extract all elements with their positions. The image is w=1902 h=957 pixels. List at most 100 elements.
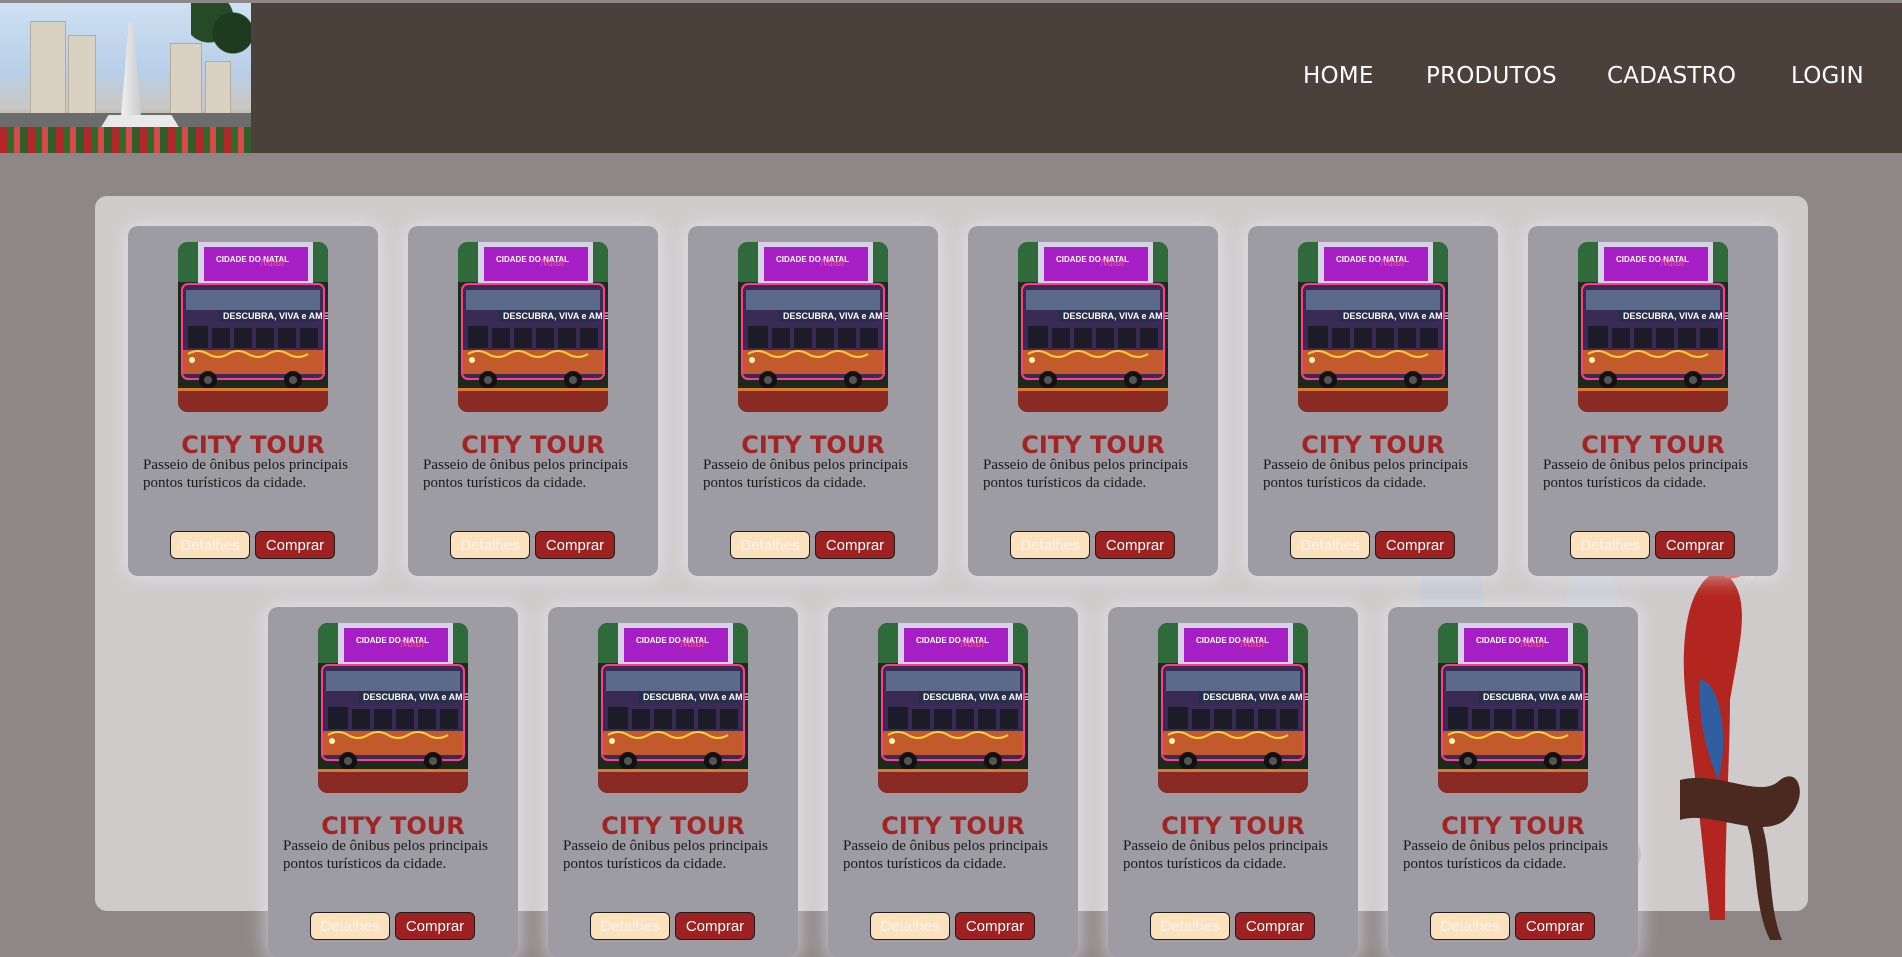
product-description: Passeio de ônibus pelos principais ponto…	[423, 457, 628, 491]
product-card: CIDADE DO NATAL Natal DESCUBRA, VIVA e A…	[1108, 607, 1358, 957]
product-title: CITY TOUR	[1161, 812, 1305, 840]
svg-text:DESCUBRA, VIVA e AME: DESCUBRA, VIVA e AME	[223, 311, 328, 321]
product-description: Passeio de ônibus pelos principais ponto…	[703, 457, 908, 491]
svg-text:DESCUBRA, VIVA e AME: DESCUBRA, VIVA e AME	[1343, 311, 1448, 321]
product-description: Passeio de ônibus pelos principais ponto…	[143, 457, 348, 491]
details-button[interactable]: Detalhes	[450, 531, 530, 559]
svg-text:DESCUBRA, VIVA e AME: DESCUBRA, VIVA e AME	[1203, 692, 1308, 702]
details-button[interactable]: Detalhes	[1150, 912, 1230, 940]
svg-text:Natal: Natal	[1099, 257, 1124, 269]
product-photo[interactable]: CIDADE DO NATAL Natal DESCUBRA, VIVA e A…	[458, 242, 608, 412]
product-description: Passeio de ônibus pelos principais ponto…	[1263, 457, 1468, 491]
buy-button[interactable]: Comprar	[1235, 912, 1315, 940]
product-title: CITY TOUR	[1441, 812, 1585, 840]
city-tour-bus-image: CIDADE DO NATAL Natal DESCUBRA, VIVA e A…	[1438, 623, 1588, 793]
details-button[interactable]: Detalhes	[1570, 531, 1650, 559]
svg-text:Natal: Natal	[539, 257, 564, 269]
buy-button[interactable]: Comprar	[395, 912, 475, 940]
svg-text:DESCUBRA, VIVA e AME: DESCUBRA, VIVA e AME	[1623, 311, 1728, 321]
product-description: Passeio de ônibus pelos principais ponto…	[283, 838, 488, 872]
product-title: CITY TOUR	[321, 812, 465, 840]
product-card: CIDADE DO NATAL Natal DESCUBRA, VIVA e A…	[548, 607, 798, 957]
nav-link-cadastro[interactable]: CADASTRO	[1607, 63, 1736, 89]
product-card: CIDADE DO NATAL Natal DESCUBRA, VIVA e A…	[1528, 226, 1778, 576]
city-tour-bus-image: CIDADE DO NATAL Natal DESCUBRA, VIVA e A…	[738, 242, 888, 412]
product-description: Passeio de ônibus pelos principais ponto…	[843, 838, 1048, 872]
product-card: CIDADE DO NATAL Natal DESCUBRA, VIVA e A…	[128, 226, 378, 576]
product-title: CITY TOUR	[181, 431, 325, 459]
svg-text:Natal: Natal	[819, 257, 844, 269]
buy-button[interactable]: Comprar	[815, 531, 895, 559]
svg-text:DESCUBRA, VIVA e AME: DESCUBRA, VIVA e AME	[1063, 311, 1168, 321]
buy-button[interactable]: Comprar	[1655, 531, 1735, 559]
product-title: CITY TOUR	[461, 431, 605, 459]
svg-text:Natal: Natal	[399, 638, 424, 650]
city-tour-bus-image: CIDADE DO NATAL Natal DESCUBRA, VIVA e A…	[458, 242, 608, 412]
buy-button[interactable]: Comprar	[1515, 912, 1595, 940]
svg-text:DESCUBRA, VIVA e AME: DESCUBRA, VIVA e AME	[1483, 692, 1588, 702]
svg-text:Natal: Natal	[959, 638, 984, 650]
buy-button[interactable]: Comprar	[1375, 531, 1455, 559]
svg-text:DESCUBRA, VIVA e AME: DESCUBRA, VIVA e AME	[923, 692, 1028, 702]
product-card: CIDADE DO NATAL Natal DESCUBRA, VIVA e A…	[688, 226, 938, 576]
product-card: CIDADE DO NATAL Natal DESCUBRA, VIVA e A…	[1388, 607, 1638, 957]
product-card: CIDADE DO NATAL Natal DESCUBRA, VIVA e A…	[968, 226, 1218, 576]
nav-link-home[interactable]: HOME	[1303, 63, 1374, 89]
city-tour-bus-image: CIDADE DO NATAL Natal DESCUBRA, VIVA e A…	[878, 623, 1028, 793]
product-card: CIDADE DO NATAL Natal DESCUBRA, VIVA e A…	[1248, 226, 1498, 576]
city-tour-bus-image: CIDADE DO NATAL Natal DESCUBRA, VIVA e A…	[598, 623, 748, 793]
product-photo[interactable]: CIDADE DO NATAL Natal DESCUBRA, VIVA e A…	[1158, 623, 1308, 793]
svg-text:Natal: Natal	[259, 257, 284, 269]
city-tour-bus-image: CIDADE DO NATAL Natal DESCUBRA, VIVA e A…	[318, 623, 468, 793]
product-photo[interactable]: CIDADE DO NATAL Natal DESCUBRA, VIVA e A…	[1578, 242, 1728, 412]
svg-text:Natal: Natal	[1519, 638, 1544, 650]
product-title: CITY TOUR	[881, 812, 1025, 840]
city-tour-bus-image: CIDADE DO NATAL Natal DESCUBRA, VIVA e A…	[178, 242, 328, 412]
product-photo[interactable]: CIDADE DO NATAL Natal DESCUBRA, VIVA e A…	[318, 623, 468, 793]
details-button[interactable]: Detalhes	[590, 912, 670, 940]
product-photo[interactable]: CIDADE DO NATAL Natal DESCUBRA, VIVA e A…	[178, 242, 328, 412]
city-tour-bus-image: CIDADE DO NATAL Natal DESCUBRA, VIVA e A…	[1578, 242, 1728, 412]
buy-button[interactable]: Comprar	[675, 912, 755, 940]
product-title: CITY TOUR	[1581, 431, 1725, 459]
product-photo[interactable]: CIDADE DO NATAL Natal DESCUBRA, VIVA e A…	[878, 623, 1028, 793]
svg-text:DESCUBRA, VIVA e AME: DESCUBRA, VIVA e AME	[783, 311, 888, 321]
nav-link-login[interactable]: LOGIN	[1791, 63, 1864, 89]
product-card: CIDADE DO NATAL Natal DESCUBRA, VIVA e A…	[408, 226, 658, 576]
svg-text:DESCUBRA, VIVA e AME: DESCUBRA, VIVA e AME	[363, 692, 468, 702]
city-tour-bus-image: CIDADE DO NATAL Natal DESCUBRA, VIVA e A…	[1298, 242, 1448, 412]
product-card: CIDADE DO NATAL Natal DESCUBRA, VIVA e A…	[268, 607, 518, 957]
product-title: CITY TOUR	[741, 431, 885, 459]
buy-button[interactable]: Comprar	[255, 531, 335, 559]
details-button[interactable]: Detalhes	[1290, 531, 1370, 559]
nav-link-produtos[interactable]: PRODUTOS	[1426, 63, 1557, 89]
svg-text:DESCUBRA, VIVA e AME: DESCUBRA, VIVA e AME	[503, 311, 608, 321]
svg-text:Natal: Natal	[1239, 638, 1264, 650]
product-description: Passeio de ônibus pelos principais ponto…	[563, 838, 768, 872]
svg-text:Natal: Natal	[679, 638, 704, 650]
product-card: CIDADE DO NATAL Natal DESCUBRA, VIVA e A…	[828, 607, 1078, 957]
product-photo[interactable]: CIDADE DO NATAL Natal DESCUBRA, VIVA e A…	[1298, 242, 1448, 412]
product-description: Passeio de ônibus pelos principais ponto…	[1403, 838, 1608, 872]
buy-button[interactable]: Comprar	[1095, 531, 1175, 559]
product-title: CITY TOUR	[1021, 431, 1165, 459]
product-title: CITY TOUR	[1301, 431, 1445, 459]
product-description: Passeio de ônibus pelos principais ponto…	[1543, 457, 1748, 491]
product-description: Passeio de ônibus pelos principais ponto…	[983, 457, 1188, 491]
svg-text:Natal: Natal	[1379, 257, 1404, 269]
details-button[interactable]: Detalhes	[310, 912, 390, 940]
city-tour-bus-image: CIDADE DO NATAL Natal DESCUBRA, VIVA e A…	[1158, 623, 1308, 793]
product-photo[interactable]: CIDADE DO NATAL Natal DESCUBRA, VIVA e A…	[1018, 242, 1168, 412]
details-button[interactable]: Detalhes	[730, 531, 810, 559]
details-button[interactable]: Detalhes	[170, 531, 250, 559]
product-photo[interactable]: CIDADE DO NATAL Natal DESCUBRA, VIVA e A…	[1438, 623, 1588, 793]
svg-text:DESCUBRA, VIVA e AME: DESCUBRA, VIVA e AME	[643, 692, 748, 702]
product-photo[interactable]: CIDADE DO NATAL Natal DESCUBRA, VIVA e A…	[598, 623, 748, 793]
details-button[interactable]: Detalhes	[1430, 912, 1510, 940]
header-logo-image[interactable]	[0, 3, 251, 153]
buy-button[interactable]: Comprar	[535, 531, 615, 559]
product-photo[interactable]: CIDADE DO NATAL Natal DESCUBRA, VIVA e A…	[738, 242, 888, 412]
buy-button[interactable]: Comprar	[955, 912, 1035, 940]
details-button[interactable]: Detalhes	[1010, 531, 1090, 559]
details-button[interactable]: Detalhes	[870, 912, 950, 940]
